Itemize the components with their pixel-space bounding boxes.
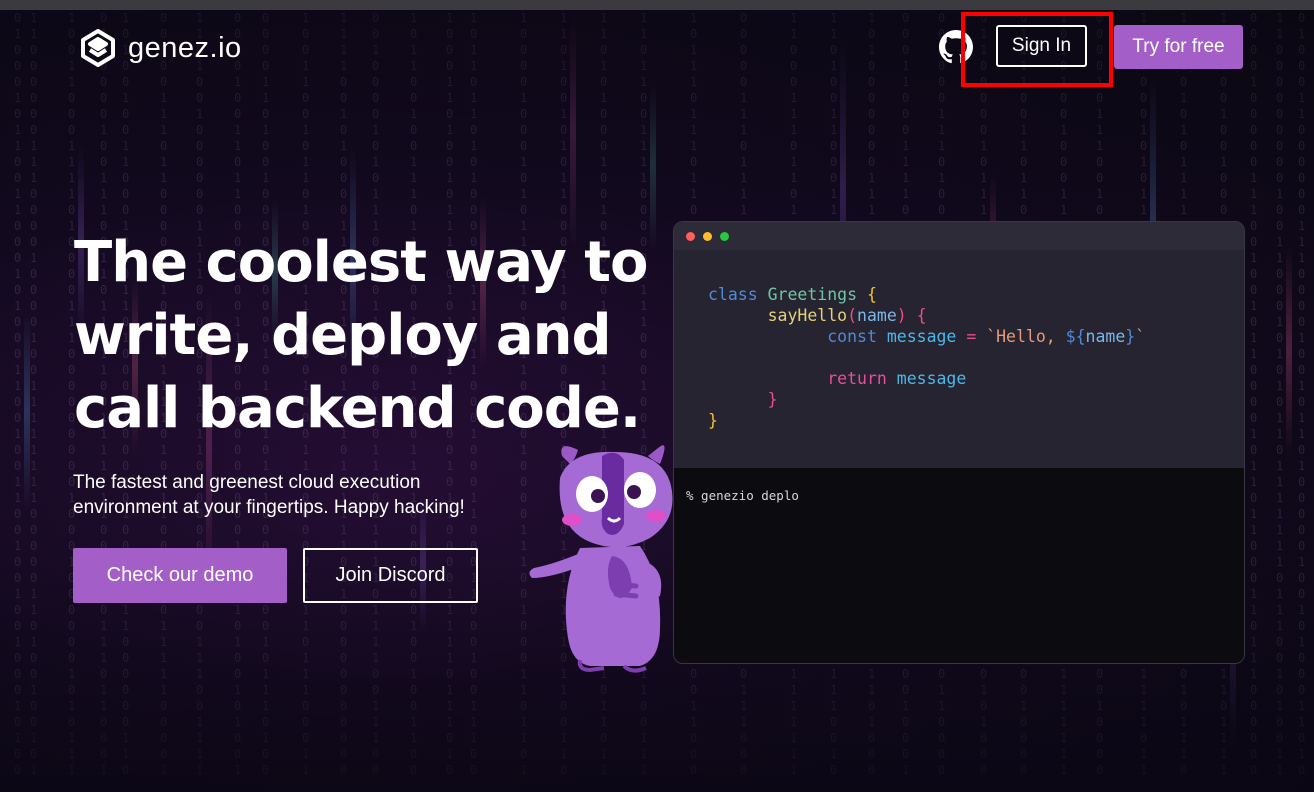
try-for-free-button[interactable]: Try for free bbox=[1114, 25, 1243, 69]
maximize-dot-icon bbox=[720, 232, 729, 241]
hero-title-line: write, deploy and bbox=[74, 303, 612, 368]
hero-subtitle: The fastest and greenest cloud execution… bbox=[73, 470, 543, 520]
hero-subtitle-line: The fastest and greenest cloud execution bbox=[73, 472, 421, 493]
hero-title: The coolest way to write, deploy and cal… bbox=[74, 226, 674, 445]
code-line: return message bbox=[827, 369, 967, 388]
code-line: } bbox=[767, 390, 778, 409]
hero-title-line: call backend code. bbox=[74, 376, 641, 441]
check-demo-button[interactable]: Check our demo bbox=[73, 548, 287, 603]
join-discord-button[interactable]: Join Discord bbox=[303, 548, 478, 603]
code-editor-window: class Greetings { sayHello(name) { const… bbox=[673, 221, 1245, 664]
code-line: sayHello(name) { bbox=[767, 306, 927, 325]
code-line: const message = `Hello, ${name}` bbox=[827, 327, 1146, 346]
logo-text: genez.io bbox=[128, 31, 242, 64]
terminal-line: % genezio deplo bbox=[686, 488, 799, 503]
code-block: class Greetings { sayHello(name) { const… bbox=[708, 284, 1145, 431]
editor-title-bar bbox=[674, 222, 1244, 250]
mascot-illustration bbox=[529, 445, 673, 673]
code-line: class Greetings { bbox=[708, 285, 877, 304]
hero-title-line: The coolest way to bbox=[74, 230, 649, 295]
minimize-dot-icon bbox=[703, 232, 712, 241]
sign-in-button[interactable]: Sign In bbox=[996, 25, 1087, 67]
logo[interactable]: genez.io bbox=[78, 28, 242, 68]
hero-subtitle-line: environment at your fingertips. Happy ha… bbox=[73, 497, 465, 518]
genezio-logo-icon bbox=[81, 29, 115, 67]
close-dot-icon bbox=[686, 232, 695, 241]
browser-top-strip bbox=[0, 0, 1314, 10]
code-line: } bbox=[708, 411, 718, 430]
terminal-panel: % genezio deplo bbox=[674, 468, 1244, 663]
